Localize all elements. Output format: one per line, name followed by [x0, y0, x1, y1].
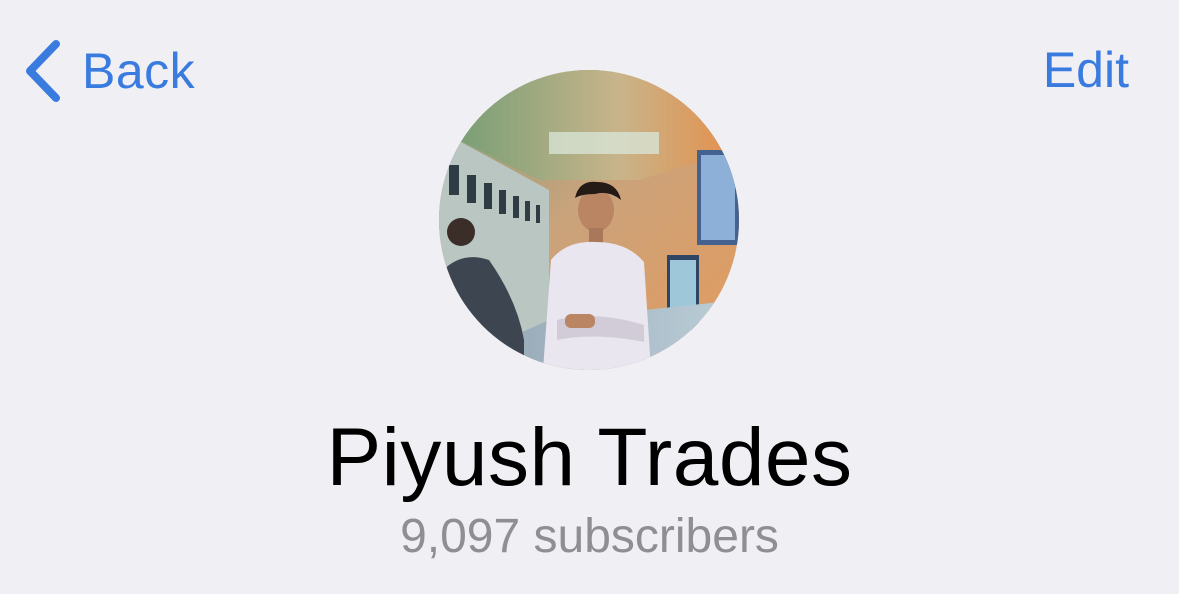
channel-avatar[interactable] — [439, 70, 739, 370]
back-button[interactable]: Back — [22, 36, 195, 106]
subscriber-count: 9,097 subscribers — [400, 510, 779, 563]
back-label: Back — [82, 43, 196, 99]
edit-button[interactable]: Edit — [1043, 40, 1129, 100]
channel-name: Piyush Trades — [326, 412, 853, 503]
avatar-photo — [439, 70, 739, 370]
chevron-left-icon — [26, 40, 60, 102]
